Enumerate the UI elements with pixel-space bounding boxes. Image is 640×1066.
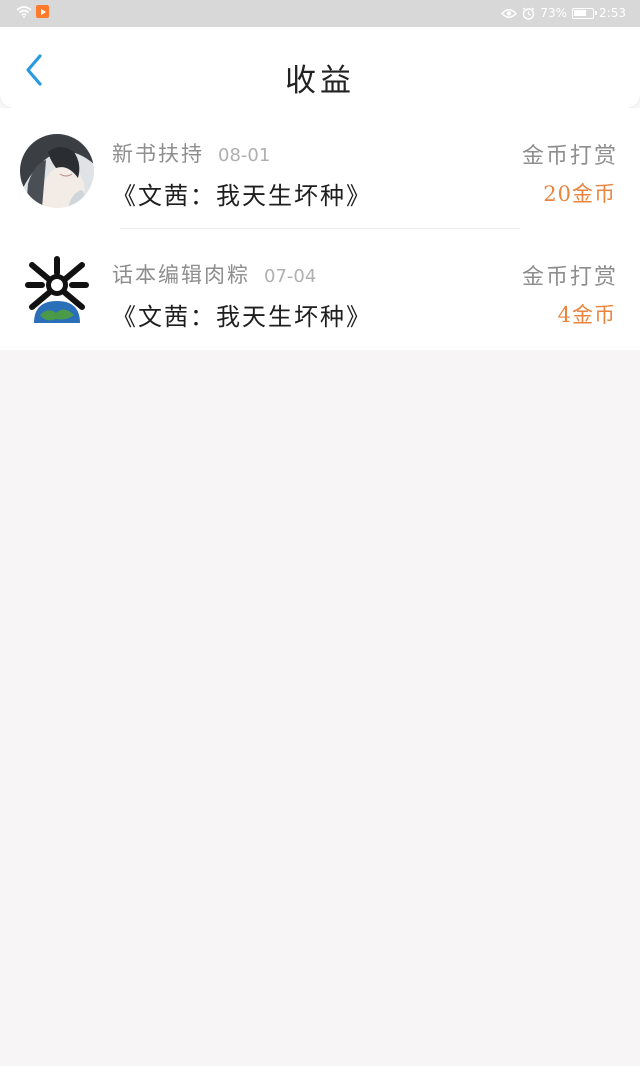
wifi-icon bbox=[16, 5, 32, 18]
reward-type: 金币打赏 bbox=[521, 144, 618, 169]
battery-percent: 73% bbox=[540, 6, 568, 20]
status-bar: 73% 2:53 bbox=[0, 0, 640, 27]
header: 收益 bbox=[0, 27, 640, 108]
sender-name: 话本编辑肉粽 bbox=[112, 263, 250, 287]
sender: 话本编辑肉粽 07-04 bbox=[112, 259, 316, 289]
list-item[interactable]: 话本编辑肉粽 07-04 金币打赏 《文茜：我天生坏种》 4金币 bbox=[0, 229, 640, 350]
eye-icon bbox=[501, 8, 518, 18]
app-notification-icon bbox=[36, 5, 49, 18]
avatar bbox=[20, 134, 94, 208]
date: 08-01 bbox=[218, 145, 271, 166]
date: 07-04 bbox=[264, 266, 317, 287]
avatar bbox=[20, 255, 94, 329]
book-title: 《文茜：我天生坏种》 bbox=[112, 303, 372, 331]
reward-amount: 20金币 bbox=[543, 182, 616, 206]
sender-name: 新书扶持 bbox=[112, 142, 204, 166]
alarm-icon bbox=[522, 6, 535, 20]
reward-amount: 4金币 bbox=[557, 303, 616, 327]
battery-icon bbox=[572, 7, 598, 19]
clock: 2:53 bbox=[599, 6, 626, 20]
list-item[interactable]: 新书扶持 08-01 金币打赏 《文茜：我天生坏种》 20金币 bbox=[0, 108, 640, 229]
book-title: 《文茜：我天生坏种》 bbox=[112, 182, 372, 210]
page-title: 收益 bbox=[285, 63, 355, 99]
sender: 新书扶持 08-01 bbox=[112, 138, 270, 168]
reward-type: 金币打赏 bbox=[521, 265, 618, 290]
income-list: 新书扶持 08-01 金币打赏 《文茜：我天生坏种》 20金币 话本编辑肉粽 0… bbox=[0, 108, 640, 350]
